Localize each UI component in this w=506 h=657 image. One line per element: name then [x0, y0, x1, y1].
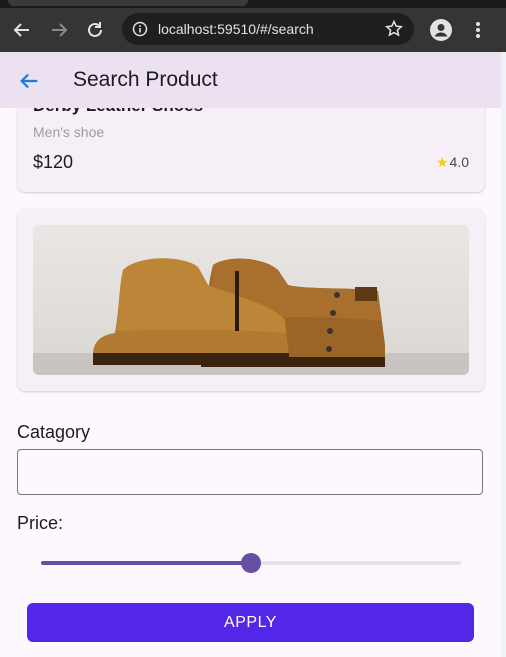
rating-value: 4.0 [449, 154, 469, 170]
product-category: Men's shoe [33, 124, 105, 140]
reload-icon[interactable] [83, 18, 107, 42]
product-price: $120 [33, 152, 74, 172]
page-title: Search Product [73, 68, 218, 91]
forward-icon[interactable] [47, 18, 71, 42]
price-slider-fill [41, 561, 251, 565]
tab-strip [0, 0, 506, 8]
scroll-content[interactable]: Derby Leather Shoes Men's shoe $120 ★4.0 [0, 108, 501, 657]
product-card[interactable]: Derby Leather Shoes Men's shoe $120 ★4.0 [17, 108, 485, 192]
product-rating: ★4.0 [436, 154, 469, 171]
category-input[interactable] [17, 449, 483, 495]
browser-toolbar: localhost:59510/#/search [0, 8, 506, 52]
menu-kebab-icon[interactable] [470, 18, 486, 42]
app-bar: Search Product [0, 52, 501, 108]
back-arrow-icon[interactable] [18, 70, 40, 92]
apply-button[interactable]: APPLY [27, 603, 474, 642]
star-icon: ★ [435, 154, 449, 170]
price-label: Price: [17, 513, 64, 533]
profile-icon[interactable] [430, 19, 452, 41]
background-window-edge [501, 52, 506, 657]
browser-tab[interactable] [8, 0, 248, 6]
back-icon[interactable] [10, 18, 34, 42]
category-label: Catagory [17, 422, 91, 442]
boot-photo [33, 225, 469, 375]
price-slider[interactable] [41, 553, 461, 573]
url-text[interactable]: localhost:59510/#/search [158, 13, 314, 45]
product-name: Derby Leather Shoes [33, 108, 203, 116]
address-bar[interactable]: localhost:59510/#/search [122, 13, 414, 45]
bookmark-star-icon[interactable] [384, 19, 404, 39]
product-card-image[interactable] [17, 209, 485, 391]
price-slider-thumb[interactable] [241, 553, 261, 573]
app-viewport: Search Product Derby Leather Shoes Men's… [0, 52, 501, 657]
site-info-icon[interactable] [132, 21, 148, 37]
